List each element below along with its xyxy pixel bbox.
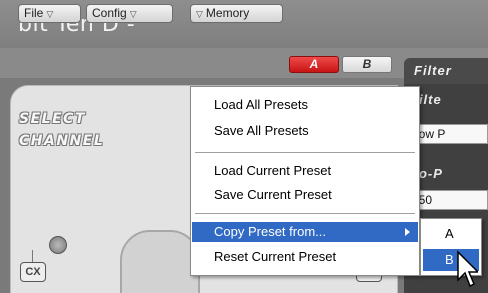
chevron-down-icon: ▽ <box>46 9 54 19</box>
mouse-cursor-icon <box>457 250 478 288</box>
channel-button-left[interactable]: CX <box>20 262 46 282</box>
channel-knob[interactable] <box>49 236 67 254</box>
car-seat-diagram <box>120 230 200 293</box>
tab-filter[interactable]: Filter <box>404 58 488 84</box>
select-channel-line1: Select <box>19 111 86 127</box>
config-menu-label: Config <box>92 6 127 20</box>
select-channel-line2: Channel <box>19 133 105 149</box>
menu-item-copy-preset-from[interactable]: Copy Preset from... <box>192 222 418 242</box>
config-menu-button[interactable]: Config ▽ <box>86 4 173 23</box>
lopass-value-field[interactable]: 150 <box>408 190 488 210</box>
menu-item-reset-current-preset[interactable]: Reset Current Preset <box>192 247 418 267</box>
file-menu-button[interactable]: File ▽ <box>18 4 81 23</box>
chevron-down-icon: ▽ <box>129 9 137 19</box>
menu-item-load-all-presets[interactable]: Load All Presets <box>192 95 418 115</box>
menu-item-save-all-presets[interactable]: Save All Presets <box>192 121 418 141</box>
memory-dropdown-menu: Load All Presets Save All Presets Load C… <box>190 86 420 276</box>
file-menu-label: File <box>24 6 44 20</box>
filter-type-select[interactable]: Low P <box>408 124 488 144</box>
copy-preset-label: Copy Preset from... <box>214 224 326 239</box>
menu-item-load-current-preset[interactable]: Load Current Preset <box>192 161 418 181</box>
menu-separator <box>195 213 415 214</box>
preset-b-button[interactable]: B <box>342 56 392 73</box>
memory-menu-button[interactable]: ▽ Memory <box>190 4 283 23</box>
select-channel-heading: Select Channel <box>19 108 139 152</box>
chevron-down-icon: ▽ <box>196 9 203 19</box>
menu-item-save-current-preset[interactable]: Save Current Preset <box>192 185 418 205</box>
preset-a-button[interactable]: A <box>289 56 339 73</box>
submenu-item-a[interactable]: A <box>423 223 479 245</box>
menu-separator <box>195 152 415 153</box>
submenu-arrow-icon <box>405 228 410 236</box>
memory-menu-label: Memory <box>205 6 250 20</box>
